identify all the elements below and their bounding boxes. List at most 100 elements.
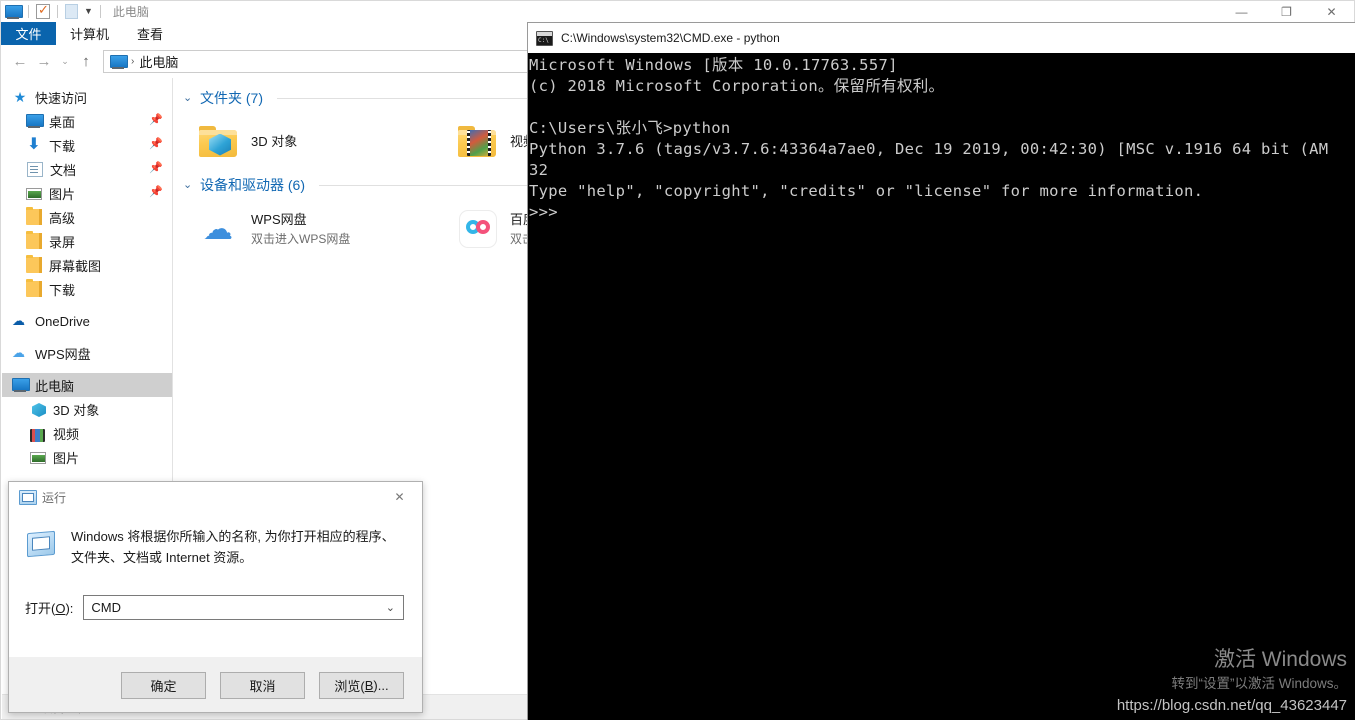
- pin-icon[interactable]: 📌: [149, 139, 163, 151]
- sidebar-item-advanced[interactable]: 高级: [2, 205, 172, 229]
- sidebar-item-documents[interactable]: 文档 📌: [2, 157, 172, 181]
- sidebar-item-quick-access[interactable]: ★ 快速访问: [2, 85, 172, 109]
- sidebar-item-3d-objects[interactable]: 3D 对象: [2, 397, 172, 421]
- wps-cloud-icon: ☁: [203, 212, 233, 246]
- chevron-down-icon[interactable]: ⌄: [386, 601, 395, 614]
- cmd-line: (c) 2018 Microsoft Corporation。保留所有权利。: [529, 77, 945, 95]
- close-icon[interactable]: ✕: [377, 482, 422, 512]
- tile-wps-cloud[interactable]: ☁ WPS网盘 双击进入WPS网盘: [183, 199, 442, 256]
- onedrive-cloud-icon: ☁: [12, 313, 25, 328]
- divider: [28, 5, 29, 18]
- quick-access-toolbar: ▼ 此电脑: [1, 2, 149, 20]
- sidebar-item-label: 屏幕截图: [49, 258, 102, 274]
- up-button[interactable]: ↑: [74, 50, 98, 74]
- sidebar-item-downloads[interactable]: ⬇ 下载 📌: [2, 133, 172, 157]
- sidebar-item-downloads-folder[interactable]: 下载: [2, 277, 172, 301]
- run-dialog: 运行 ✕ Windows 将根据你所输入的名称, 为你打开相应的程序、 文件夹、…: [8, 481, 423, 713]
- tab-computer[interactable]: 计算机: [56, 22, 123, 45]
- sidebar-item-pictures[interactable]: 图片 📌: [2, 181, 172, 205]
- cmd-line: Microsoft Windows [版本 10.0.17763.557]: [529, 56, 898, 74]
- forward-button[interactable]: →: [32, 50, 56, 74]
- download-icon: ⬇: [27, 136, 41, 153]
- activation-watermark: 激活 Windows 转到“设置”以激活 Windows。 https://bl…: [1117, 646, 1347, 718]
- videos-icon: [30, 425, 46, 442]
- recent-locations-icon[interactable]: ⌄: [56, 50, 74, 74]
- tab-view[interactable]: 查看: [123, 22, 177, 45]
- cmd-line: 32: [529, 161, 549, 179]
- ok-button[interactable]: 确定: [121, 671, 206, 699]
- sidebar-item-this-pc[interactable]: 此电脑: [2, 373, 172, 397]
- sidebar-item-label: 下载: [49, 282, 76, 298]
- cmd-console-output[interactable]: Microsoft Windows [版本 10.0.17763.557] (c…: [528, 53, 1355, 720]
- folder-icon: [26, 279, 42, 297]
- watermark-subtitle: 转到“设置”以激活 Windows。: [1171, 676, 1347, 691]
- sidebar-item-videos[interactable]: 视频: [2, 421, 172, 445]
- cancel-button[interactable]: 取消: [220, 671, 305, 699]
- new-folder-icon[interactable]: [65, 4, 78, 19]
- pictures-icon: [30, 452, 46, 464]
- cmd-title-bar: C:\Windows\system32\CMD.exe - python: [528, 23, 1355, 53]
- run-dialog-footer: 确定 取消 浏览(B)...: [9, 657, 422, 713]
- run-command-input[interactable]: [91, 600, 403, 615]
- sidebar-item-label: 快速访问: [35, 90, 88, 106]
- sidebar-item-label: 图片: [49, 186, 76, 202]
- folder-3d-objects-icon: [195, 118, 241, 164]
- sidebar-item-screen-recording[interactable]: 录屏: [2, 229, 172, 253]
- tab-file[interactable]: 文件: [1, 22, 56, 45]
- watermark-url: https://blog.csdn.net/qq_43623447: [1116, 697, 1347, 714]
- sidebar-item-wps-cloud[interactable]: ☁ WPS网盘: [2, 341, 172, 365]
- pin-icon[interactable]: 📌: [149, 187, 163, 199]
- breadcrumb-item-this-pc[interactable]: 此电脑: [139, 52, 178, 71]
- cmd-window-title: C:\Windows\system32\CMD.exe - python: [561, 31, 780, 45]
- folder-icon: [26, 207, 42, 225]
- back-button[interactable]: ←: [8, 50, 32, 74]
- sidebar-item-label: 文档: [50, 162, 77, 178]
- wps-cloud-icon: ☁: [12, 345, 25, 360]
- window-controls: — ❐ ✕: [1219, 1, 1354, 22]
- sidebar-item-onedrive[interactable]: ☁ OneDrive: [2, 309, 172, 333]
- watermark-title: 激活 Windows: [1213, 648, 1347, 671]
- open-combobox[interactable]: ⌄: [83, 595, 404, 620]
- run-dialog-body: Windows 将根据你所输入的名称, 为你打开相应的程序、 文件夹、文档或 I…: [9, 512, 422, 657]
- divider: [99, 5, 101, 18]
- cmd-line: C:\Users\张小飞>python: [529, 119, 731, 137]
- browse-button[interactable]: 浏览(B)...: [319, 671, 404, 699]
- maximize-button[interactable]: ❐: [1264, 1, 1309, 22]
- pin-icon[interactable]: 📌: [149, 163, 163, 175]
- run-dialog-icon: [19, 490, 37, 505]
- sidebar-item-desktop[interactable]: 桌面 📌: [2, 109, 172, 133]
- 3d-objects-icon: [30, 401, 46, 417]
- chevron-down-icon[interactable]: ⌄: [183, 179, 194, 191]
- run-dialog-title-bar: 运行 ✕: [9, 482, 422, 512]
- desktop-icon: [26, 113, 44, 129]
- breadcrumb-separator-icon: ›: [131, 56, 135, 67]
- baidu-netdisk-icon: [454, 205, 500, 251]
- cmd-prompt-line: >>>: [529, 203, 558, 221]
- sidebar-item-pictures-pc[interactable]: 图片: [2, 445, 172, 469]
- customize-caret-icon[interactable]: ▼: [84, 7, 93, 16]
- close-button[interactable]: ✕: [1309, 1, 1354, 22]
- screen: ▼ 此电脑 — ❐ ✕ 文件 计算机 查看 ← → ⌄ ↑ ›: [0, 0, 1355, 720]
- sidebar-item-label: 下载: [49, 138, 76, 154]
- open-field-label: 打开(O):: [25, 601, 74, 616]
- run-dialog-title: 运行: [42, 490, 67, 505]
- tile-3d-objects[interactable]: 3D 对象: [183, 112, 442, 169]
- sidebar-item-label: 桌面: [49, 114, 76, 130]
- cmd-line: Python 3.7.6 (tags/v3.7.6:43364a7ae0, De…: [529, 140, 1329, 158]
- pin-icon[interactable]: 📌: [149, 115, 163, 127]
- cmd-line: [528, 97, 1355, 118]
- command-prompt-window[interactable]: C:\Windows\system32\CMD.exe - python Mic…: [527, 22, 1355, 720]
- group-title: 文件夹 (7): [200, 90, 263, 106]
- sidebar-item-screenshots[interactable]: 屏幕截图: [2, 253, 172, 277]
- this-pc-icon: [12, 377, 30, 393]
- chevron-down-icon[interactable]: ⌄: [183, 92, 194, 104]
- properties-icon[interactable]: [36, 2, 50, 19]
- divider: [57, 5, 58, 18]
- tile-sublabel: 双击进入WPS网盘: [251, 231, 351, 246]
- description-line-2: 文件夹、文档或 Internet 资源。: [71, 550, 253, 565]
- explorer-window-title: 此电脑: [112, 5, 149, 19]
- sidebar-item-label: WPS网盘: [35, 346, 91, 362]
- minimize-button[interactable]: —: [1219, 1, 1264, 22]
